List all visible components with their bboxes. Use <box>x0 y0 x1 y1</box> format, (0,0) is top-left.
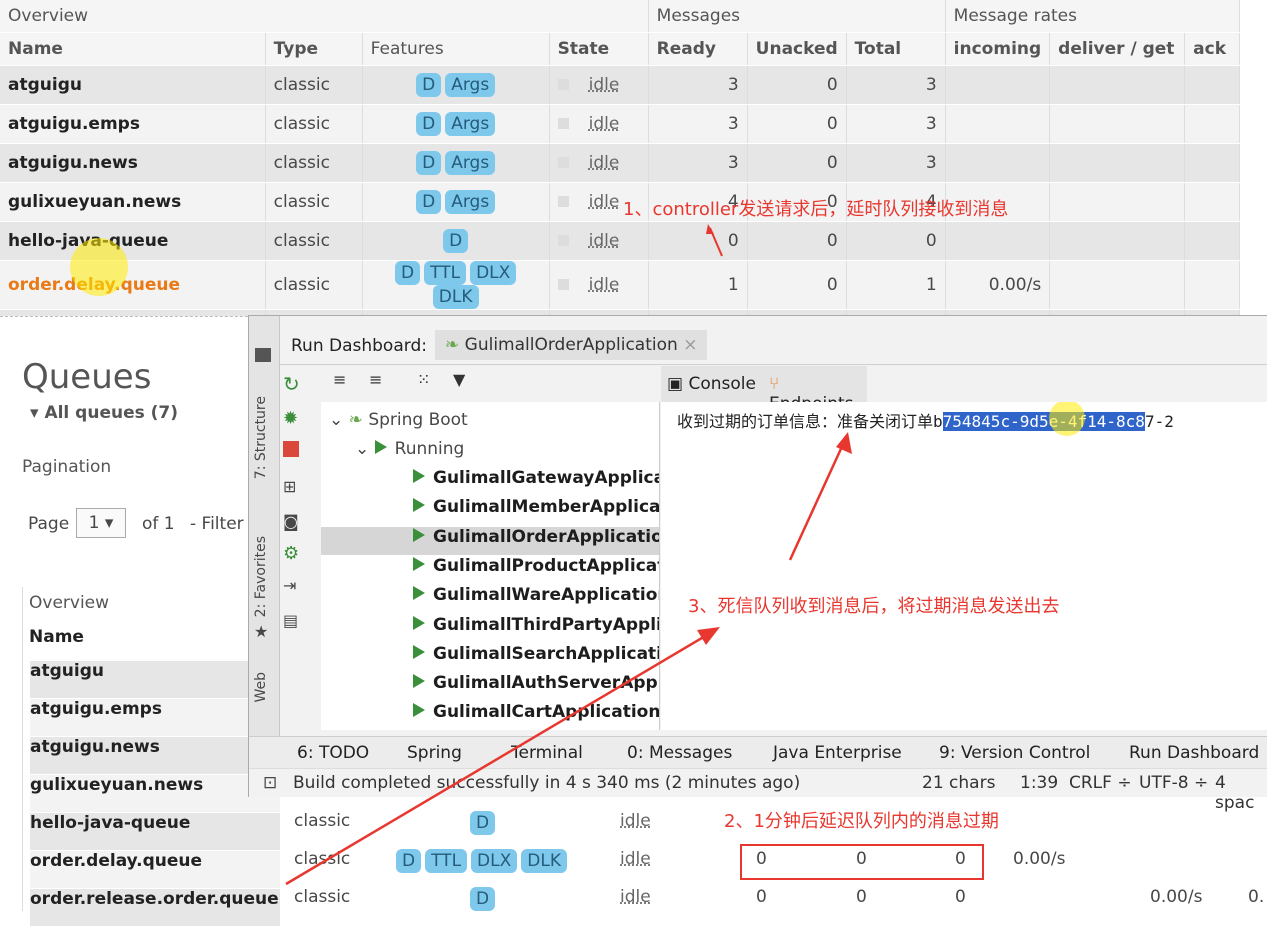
annotation-arrows <box>285 432 852 886</box>
mouse-highlight <box>70 238 128 296</box>
